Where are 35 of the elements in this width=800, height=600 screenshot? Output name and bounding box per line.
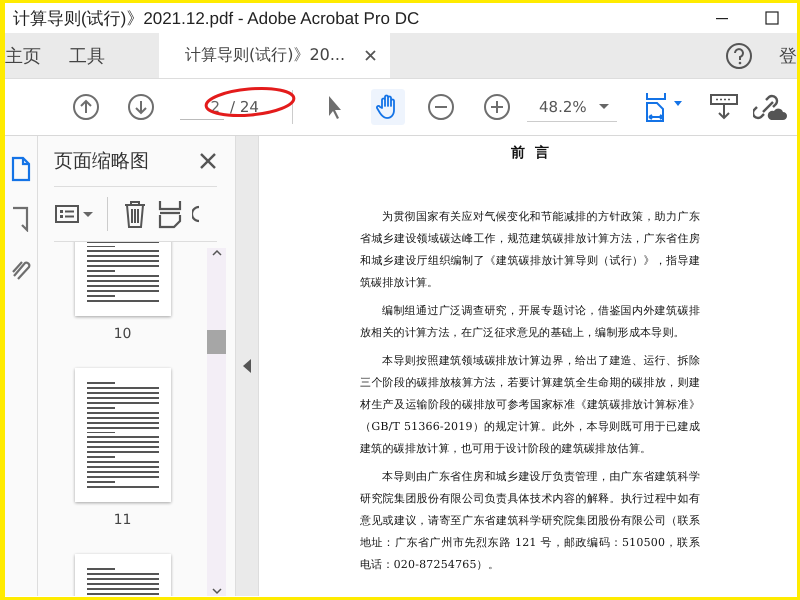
close-button[interactable]	[199, 152, 217, 170]
link-cloud-icon[interactable]	[753, 92, 787, 122]
panel-title: 页面缩略图	[54, 149, 149, 174]
zoom-out-icon[interactable]	[427, 93, 455, 121]
scroll-thumb[interactable]	[207, 330, 226, 354]
page-number-label: 10	[114, 325, 132, 344]
paragraph: 本导则按照建筑领域碳排放计算边界，给出了建造、运行、拆除三个阶段的碳排放核算方法，若要计算建筑全生命期的碳排放，则建材生产及运输阶段的碳排放可参考国家标准《建筑碳排放计算标准》（GB/T 51366-2019）的规定计算。此外，本导则既可用于已建成建筑的碳排放计算，也可用于设计阶段的建筑碳排放估算。	[360, 353, 700, 457]
maximize-icon[interactable]	[765, 11, 779, 25]
window-title: 计算导则(试行)》2021.12.pdf - Adobe Acrobat Pro DC	[12, 8, 420, 30]
close-tab-icon[interactable]	[365, 50, 376, 61]
next-page-icon[interactable]	[127, 93, 155, 121]
paragraph: 本导则由广东省住房和城乡建设厅负责管理，由广东省建筑科学研究院集团股份有限公司负责具体技术内容的解释。执行过程中如有意见或建议，请寄至广东省建筑科学研究院集团股份有限公司（联系地址：广东省广州市先烈东路 121 号，邮政编码：510500，联系电话：020-87254765）。	[360, 469, 700, 573]
options-dropdown[interactable]	[54, 203, 93, 225]
tab[interactable]: 工具	[55, 33, 119, 78]
tab[interactable]: 主页	[5, 33, 55, 78]
scroll-up-icon[interactable]	[210, 248, 222, 258]
fit-page-icon[interactable]	[643, 91, 685, 123]
paragraph: 为贯彻国家有关应对气候变化和节能减排的方针政策，助力广东省城乡建设领域碳达峰工作，规范建筑碳排放计算方法，广东省住房和城乡建设厅组织编制了《建筑碳排放计算导则（试行）》，指导建筑碳排放计算。	[360, 209, 700, 291]
previous-page-icon[interactable]	[72, 93, 100, 121]
zoom-in-icon[interactable]	[483, 93, 511, 121]
paragraph: 编制组通过广泛调查研究，开展专题讨论，借鉴国内外建筑碳排放相关的计算方法，在广泛征求意见的基础上，编制形成本导则。	[360, 303, 700, 341]
scroll-down-icon[interactable]	[210, 586, 222, 596]
page-count: / 24	[230, 98, 260, 116]
help-icon[interactable]	[725, 42, 753, 70]
page-number-label: 11	[114, 511, 132, 530]
collapse-arrow-icon[interactable]	[243, 359, 251, 373]
insert-page-icon[interactable]	[158, 199, 182, 229]
tab[interactable]: 计算导则(试行)》20...	[159, 33, 390, 78]
page-thumbnails-icon[interactable]	[10, 156, 32, 182]
keyboard-download-icon[interactable]	[709, 92, 739, 122]
zoom-dropdown[interactable]: 48.2%	[527, 92, 617, 122]
sign-in-label[interactable]: 登	[779, 33, 797, 78]
scrollbar[interactable]	[207, 248, 226, 596]
page-heading: 前 言	[510, 144, 550, 162]
trash-icon[interactable]	[122, 199, 148, 229]
